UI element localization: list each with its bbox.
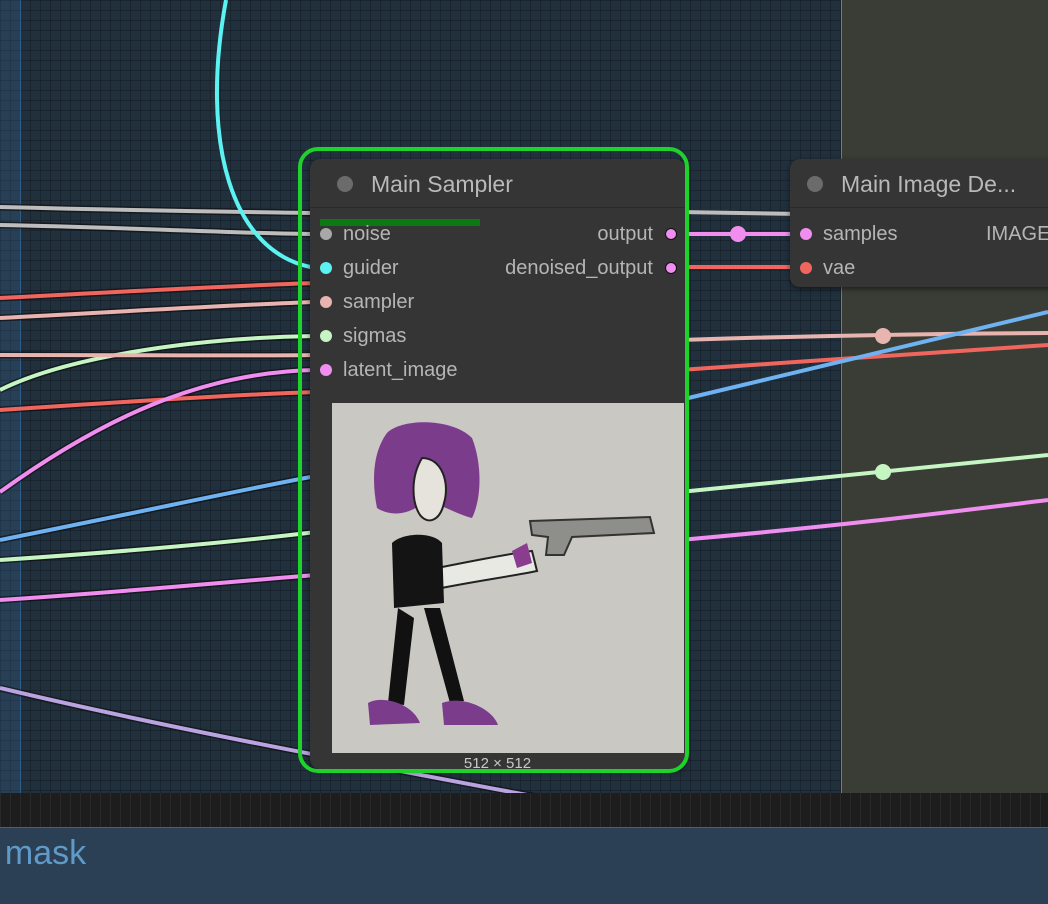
input-vae-label: vae (823, 257, 856, 279)
image-decode-node[interactable]: Main Image De... samples vae IMAGE (790, 159, 1048, 287)
node-titlebar[interactable]: Main Image De... (790, 159, 1048, 208)
input-samples-dot[interactable] (800, 228, 812, 240)
group-mask[interactable]: t mask (0, 827, 1048, 904)
input-samples-label: samples (823, 223, 898, 245)
bottom-panel-bar (0, 793, 1048, 827)
graph-canvas[interactable]: t mask Main Sampler noise guider sampler… (0, 0, 1048, 904)
group-title[interactable]: t mask (0, 834, 86, 873)
input-vae-dot[interactable] (800, 262, 812, 274)
output-image-label: IMAGE (986, 223, 1048, 245)
collapse-toggle-icon[interactable] (807, 176, 823, 192)
node-title: Main Image De... (841, 171, 1017, 197)
selection-outline (298, 147, 689, 773)
